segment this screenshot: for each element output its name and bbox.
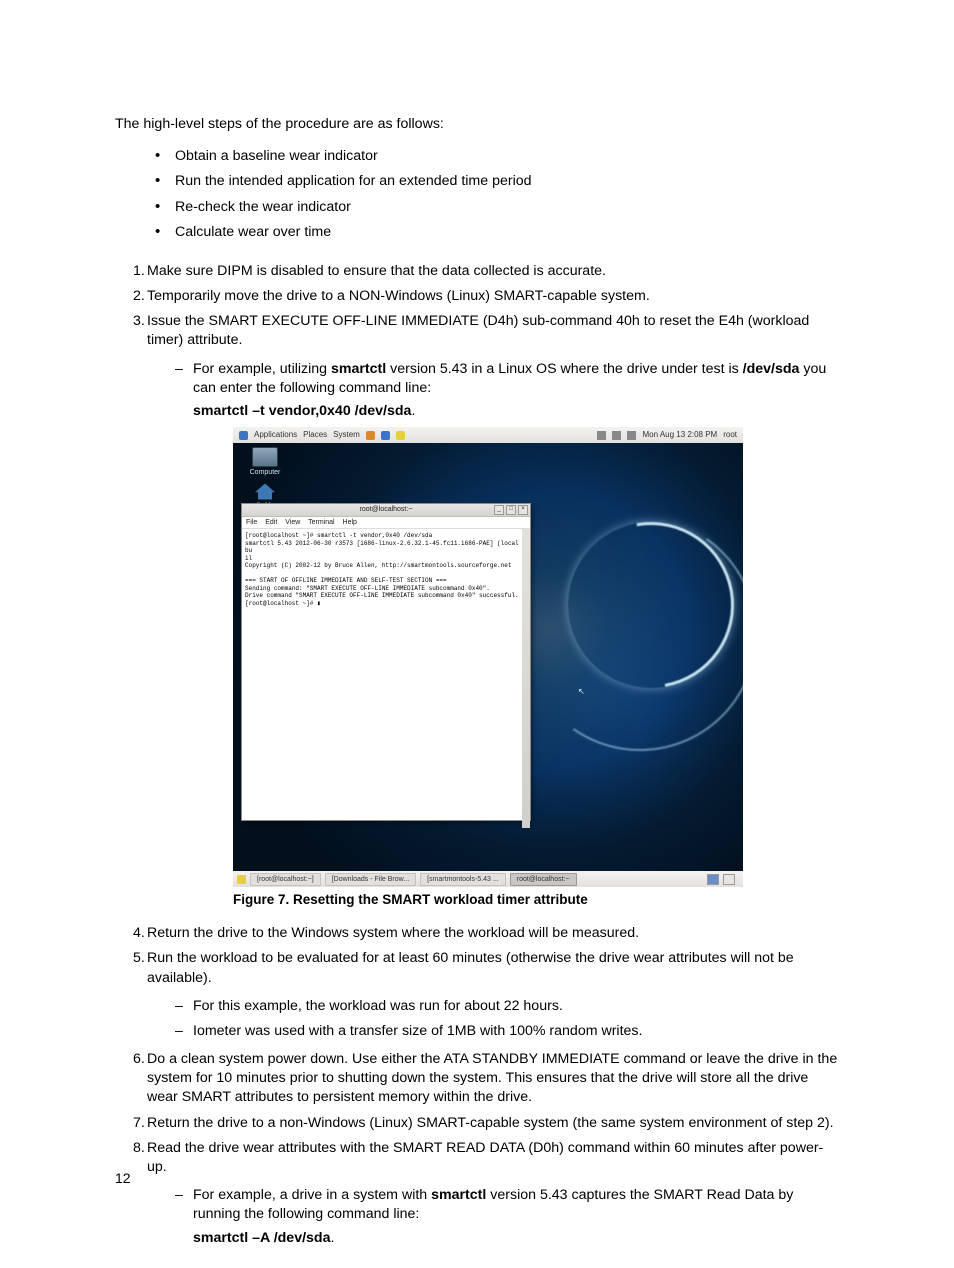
window-minimize-icon[interactable]: _ — [494, 505, 504, 515]
computer-label: Computer — [243, 468, 287, 477]
step-8-sub: For example, a drive in a system with sm… — [193, 1183, 839, 1251]
show-desktop-icon[interactable] — [237, 875, 246, 884]
menu-applications[interactable]: Applications — [254, 430, 297, 441]
page-number: 12 — [115, 1169, 131, 1188]
step-2: Temporarily move the drive to a NON-Wind… — [147, 284, 839, 309]
desktop-computer-icon[interactable]: Computer — [243, 447, 287, 477]
gnome-top-panel: Applications Places System Mon Au — [233, 427, 743, 443]
intro-text: The high-level steps of the procedure ar… — [115, 115, 839, 134]
menu-places[interactable]: Places — [303, 430, 327, 441]
app-launcher-icon[interactable] — [381, 431, 390, 440]
step-3-command: smartctl –t vendor,0x40 /dev/sda. — [193, 402, 839, 421]
step-8-command: smartctl –A /dev/sda. — [193, 1229, 839, 1248]
taskbar-item-1[interactable]: [root@localhost:~] — [250, 873, 321, 886]
s8a-pre: For example, a drive in a system with — [193, 1187, 431, 1203]
workspace-2[interactable] — [723, 874, 735, 885]
term-menu-file[interactable]: File — [246, 519, 257, 526]
user-text[interactable]: root — [723, 430, 737, 441]
step-8: Read the drive wear attributes with the … — [147, 1136, 839, 1254]
procedure-steps: Make sure DIPM is disabled to ensure tha… — [115, 259, 839, 1254]
figure-7-caption: Figure 7. Resetting the SMART workload t… — [233, 891, 839, 909]
s3a-smartctl: smartctl — [331, 361, 386, 377]
step-5: Run the workload to be evaluated for at … — [147, 946, 839, 1047]
step-3-sub: For example, utilizing smartctl version … — [193, 357, 839, 919]
note-icon[interactable] — [396, 431, 405, 440]
update-icon[interactable] — [597, 431, 606, 440]
s3a-mid: version 5.43 in a Linux OS where the dri… — [386, 361, 742, 377]
term-menu-view[interactable]: View — [285, 519, 300, 526]
step-1: Make sure DIPM is disabled to ensure tha… — [147, 259, 839, 284]
term-menu-edit[interactable]: Edit — [265, 519, 277, 526]
volume-icon[interactable] — [627, 431, 636, 440]
bullet-4: Calculate wear over time — [161, 220, 839, 245]
firefox-icon[interactable] — [366, 431, 375, 440]
terminal-window[interactable]: root@localhost:~ _ □ × File Edit — [241, 503, 531, 821]
step-8-text: Read the drive wear attributes with the … — [147, 1140, 823, 1175]
term-menu-terminal[interactable]: Terminal — [308, 519, 334, 526]
terminal-titlebar[interactable]: root@localhost:~ _ □ × — [242, 504, 530, 517]
step-3-text: Issue the SMART EXECUTE OFF-LINE IMMEDIA… — [147, 313, 809, 348]
workspace-1[interactable] — [707, 874, 719, 885]
step-4: Return the drive to the Windows system w… — [147, 921, 839, 946]
step-6: Do a clean system power down. Use either… — [147, 1047, 839, 1111]
s3a-pre: For example, utilizing — [193, 361, 331, 377]
step-7: Return the drive to a non-Windows (Linux… — [147, 1111, 839, 1136]
bullet-1: Obtain a baseline wear indicator — [161, 144, 839, 169]
terminal-title-text: root@localhost:~ — [360, 506, 413, 513]
window-close-icon[interactable]: × — [518, 505, 528, 515]
s8a-smartctl: smartctl — [431, 1187, 486, 1203]
network-icon[interactable] — [612, 431, 621, 440]
figure-7-screenshot: ↖ Applications Places System — [233, 427, 743, 887]
terminal-menubar[interactable]: File Edit View Terminal Help — [242, 517, 530, 529]
bullet-3: Re-check the wear indicator — [161, 195, 839, 220]
taskbar-item-4[interactable]: root@localhost:~ — [510, 873, 577, 886]
gnome-bottom-panel: [root@localhost:~] [Downloads - File Bro… — [233, 871, 743, 887]
overview-bullets: Obtain a baseline wear indicator Run the… — [115, 144, 839, 245]
bullet-2: Run the intended application for an exte… — [161, 169, 839, 194]
step-5-text: Run the workload to be evaluated for at … — [147, 950, 794, 985]
clock-text[interactable]: Mon Aug 13 2:08 PM — [642, 430, 717, 441]
step-5-sub-a: For this example, the workload was run f… — [193, 994, 839, 1019]
s3a-devsda: /dev/sda — [743, 361, 800, 377]
foot-icon — [239, 431, 248, 440]
term-menu-help[interactable]: Help — [343, 519, 357, 526]
window-maximize-icon[interactable]: □ — [506, 505, 516, 515]
step-3: Issue the SMART EXECUTE OFF-LINE IMMEDIA… — [147, 309, 839, 921]
menu-system[interactable]: System — [333, 430, 360, 441]
desktop-cursor-icon: ↖ — [578, 687, 585, 698]
step-5-sub-b: Iometer was used with a transfer size of… — [193, 1019, 839, 1044]
terminal-output[interactable]: [root@localhost ~]# smartctl -t vendor,0… — [242, 529, 530, 828]
taskbar-item-3[interactable]: [smartmontools-5.43 ... — [420, 873, 506, 886]
taskbar-item-2[interactable]: [Downloads - File Brow... — [325, 873, 416, 886]
